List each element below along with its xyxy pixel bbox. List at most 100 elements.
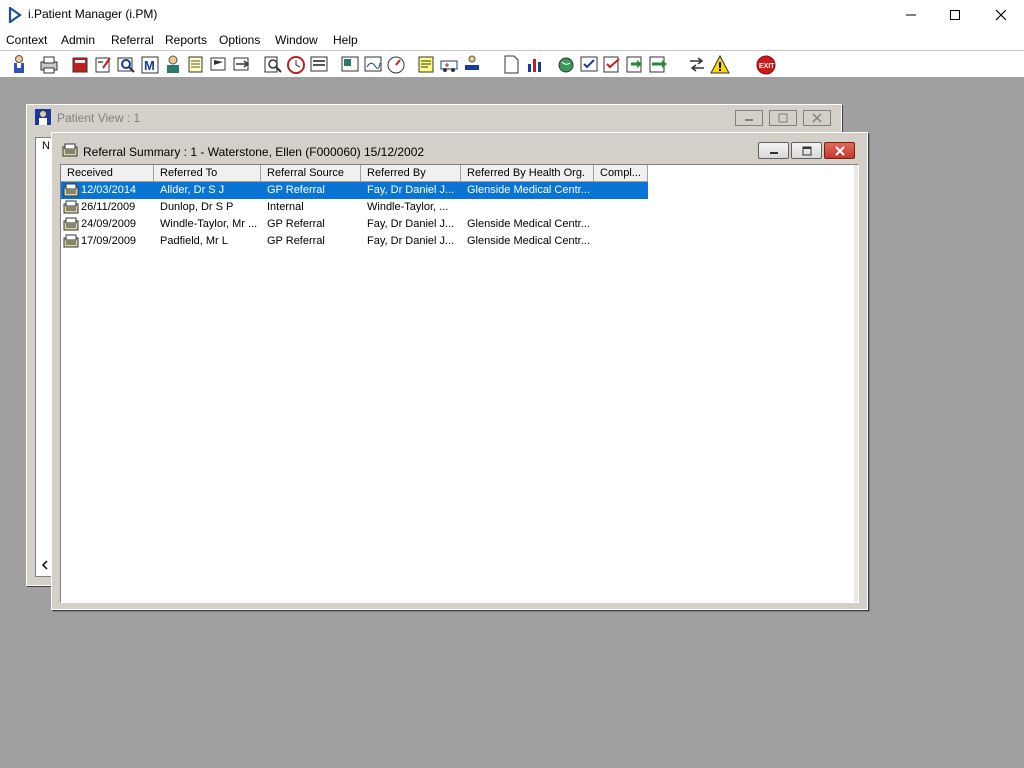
table-row[interactable]: 12/03/2014 Allder, Dr S J GP Referral Fa…: [61, 182, 648, 199]
column-header-referred-by[interactable]: Referred By: [361, 165, 461, 182]
cell-received: 26/11/2009: [81, 201, 136, 213]
referral-summary-close-button[interactable]: [824, 142, 855, 159]
cell-referred-by: Fay, Dr Daniel J...: [367, 184, 455, 196]
notes-icon: [418, 56, 434, 73]
signed-card-button[interactable]: [363, 54, 383, 75]
cell-health-org: Glenside Medical Centr...: [467, 218, 590, 230]
check-list-button[interactable]: [579, 54, 599, 75]
gauge-icon: [387, 56, 405, 74]
patient-view-titlebar[interactable]: Patient View : 1: [29, 107, 839, 127]
column-header-referred-to[interactable]: Referred To: [154, 165, 261, 182]
swap-button[interactable]: [687, 54, 707, 75]
menu-help[interactable]: Help: [333, 33, 358, 47]
warning-button[interactable]: [710, 54, 730, 75]
referral-record-icon: [63, 200, 79, 214]
exit-icon: EXIT: [756, 55, 776, 75]
patient-button[interactable]: [9, 54, 29, 75]
referral-summary-minimize-button[interactable]: [758, 142, 789, 159]
search-record-icon: [117, 57, 135, 73]
svg-text:M: M: [144, 58, 155, 73]
screen-button[interactable]: [309, 54, 329, 75]
menu-window[interactable]: Window: [275, 33, 318, 47]
clock-button[interactable]: [286, 54, 306, 75]
chart-button[interactable]: [525, 54, 545, 75]
referral-record-icon: [63, 234, 79, 248]
referral-summary-titlebar[interactable]: Referral Summary : 1 - Waterstone, Ellen…: [54, 135, 865, 165]
maximize-button[interactable]: [932, 0, 978, 30]
patient-view-column-label: N: [42, 140, 50, 152]
check-list-icon: [580, 56, 598, 72]
edit-form-button[interactable]: [93, 54, 113, 75]
restore-icon: [802, 146, 811, 155]
signed-card-icon: [364, 56, 382, 72]
search-record-button[interactable]: [116, 54, 136, 75]
cell-referred-to: Allder, Dr S J: [160, 184, 225, 196]
gauge-button[interactable]: [386, 54, 406, 75]
minimize-icon: [769, 151, 778, 154]
swap-icon: [690, 57, 704, 72]
column-header-received[interactable]: Received: [61, 165, 154, 182]
menu-reports[interactable]: Reports: [165, 33, 207, 47]
close-button[interactable]: [978, 0, 1024, 30]
column-header-health-org[interactable]: Referred By Health Org.: [461, 165, 594, 182]
transfer-button[interactable]: [462, 54, 482, 75]
referral-summary-restore-button[interactable]: [791, 142, 822, 159]
check-doc-button[interactable]: [602, 54, 622, 75]
m-icon: M: [141, 56, 159, 74]
cell-received: 24/09/2009: [81, 218, 137, 230]
menu-admin[interactable]: Admin: [61, 33, 95, 47]
menu-referral[interactable]: Referral: [111, 33, 154, 47]
patient-view-restore-button[interactable]: [769, 110, 797, 126]
notepad-button[interactable]: [186, 54, 206, 75]
blank-doc-icon: [504, 55, 519, 74]
magnify-doc-button[interactable]: [263, 54, 283, 75]
table-row[interactable]: 26/11/2009 Dunlop, Dr S P Internal Windl…: [61, 199, 648, 216]
doctor-button[interactable]: [163, 54, 183, 75]
referral-icon: [62, 143, 78, 157]
column-header-completed[interactable]: Compl...: [594, 165, 648, 182]
print-button[interactable]: [39, 54, 59, 75]
notepad-icon: [188, 56, 203, 73]
patient-view-close-button[interactable]: [803, 110, 831, 126]
book-button[interactable]: [70, 54, 90, 75]
cell-referred-by: Fay, Dr Daniel J...: [367, 235, 455, 247]
chevron-left-icon: [41, 560, 48, 570]
referral-summary-title: Referral Summary : 1 - Waterstone, Ellen…: [83, 145, 425, 159]
photo-card-button[interactable]: [340, 54, 360, 75]
menu-context[interactable]: Context: [6, 33, 47, 47]
table-row[interactable]: 24/09/2009 Windle-Taylor, Mr ... GP Refe…: [61, 216, 648, 233]
cell-referral-source: GP Referral: [267, 218, 325, 230]
vertical-scrollbar[interactable]: [854, 165, 858, 602]
check-doc-icon: [603, 56, 620, 73]
book-icon: [72, 57, 88, 73]
toolbar: M EXIT: [0, 50, 1024, 78]
menu-options[interactable]: Options: [219, 33, 260, 47]
close-icon: [834, 145, 845, 156]
patient-view-minimize-button[interactable]: [735, 110, 763, 126]
cell-received: 12/03/2014: [81, 184, 137, 196]
ambulance-button[interactable]: [439, 54, 459, 75]
notes-button[interactable]: [416, 54, 436, 75]
referral-list[interactable]: Received Referred To Referral Source Ref…: [60, 164, 859, 603]
referral-summary-window[interactable]: Referral Summary : 1 - Waterstone, Ellen…: [51, 132, 868, 610]
export-button[interactable]: [648, 54, 668, 75]
minimize-button[interactable]: [888, 0, 934, 30]
m-button[interactable]: M: [140, 54, 160, 75]
globe-icon: [558, 57, 574, 73]
cell-referred-to: Padfield, Mr L: [160, 235, 228, 247]
blank-doc-button[interactable]: [501, 54, 521, 75]
menubar: Context Admin Referral Reports Options W…: [0, 30, 1024, 50]
magnify-doc-icon: [264, 56, 282, 73]
flag-icon: [210, 57, 226, 71]
cell-referred-to: Windle-Taylor, Mr ...: [160, 218, 258, 230]
globe-button[interactable]: [556, 54, 576, 75]
cell-referred-by: Fay, Dr Daniel J...: [367, 218, 455, 230]
column-header-referral-source[interactable]: Referral Source: [261, 165, 361, 182]
table-row[interactable]: 17/09/2009 Padfield, Mr L GP Referral Fa…: [61, 233, 648, 250]
flag-button[interactable]: [209, 54, 229, 75]
transfer-icon: [465, 55, 479, 70]
import-button[interactable]: [625, 54, 645, 75]
flag-arrow-button[interactable]: [232, 54, 252, 75]
app-title: i.Patient Manager (i.PM): [28, 7, 158, 21]
exit-button[interactable]: EXIT: [756, 54, 776, 75]
